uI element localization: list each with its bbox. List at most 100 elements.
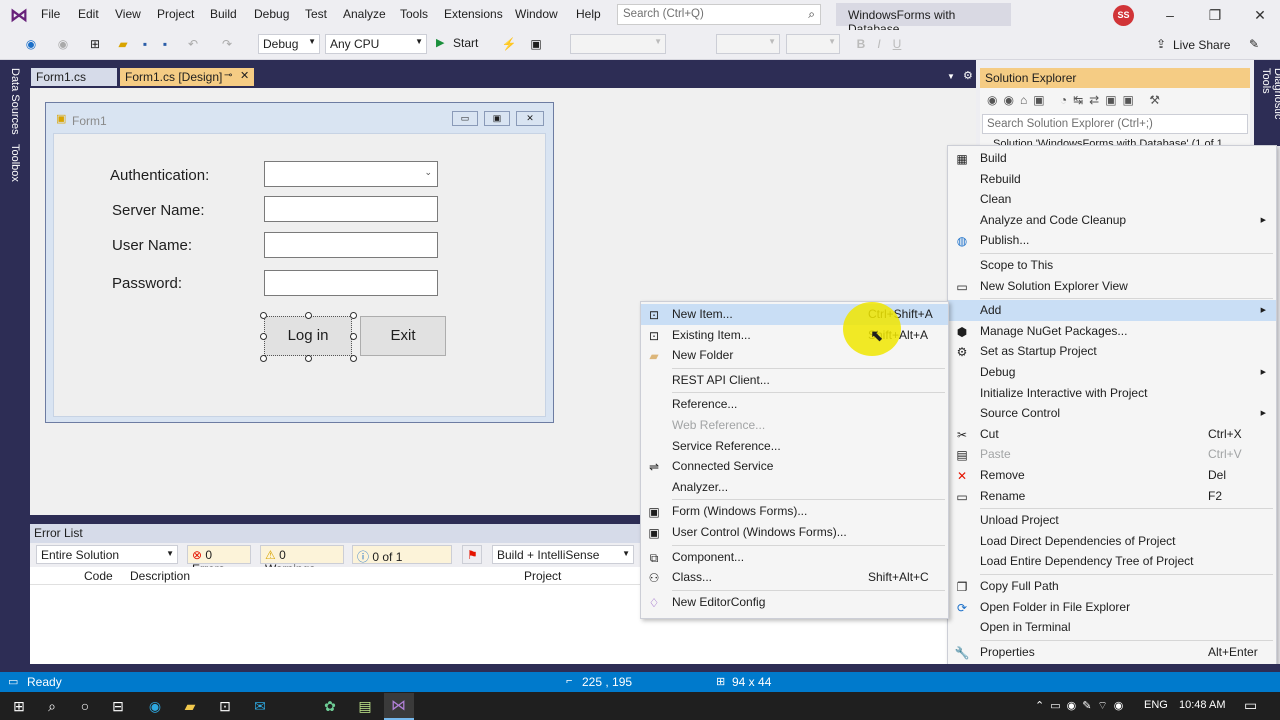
visual-studio-logo-icon[interactable]: ⋈ xyxy=(10,5,32,25)
windows-start-icon[interactable]: ⊞ xyxy=(9,697,29,715)
resize-handle[interactable] xyxy=(305,355,312,362)
tab-form1-cs[interactable]: Form1.cs xyxy=(31,68,117,86)
forward-icon[interactable]: ◉ xyxy=(54,36,72,52)
login-button[interactable]: Log in xyxy=(264,316,352,356)
menu-file[interactable]: File xyxy=(41,7,60,21)
resize-handle[interactable] xyxy=(260,333,267,340)
resize-handle[interactable] xyxy=(260,312,267,319)
ctx-debug[interactable]: Debug ▶ xyxy=(948,362,1276,383)
undo-icon[interactable]: ↶ xyxy=(184,36,202,52)
live-share-button[interactable]: Live Share xyxy=(1173,38,1230,52)
column-description[interactable]: Description xyxy=(130,569,190,583)
toolbox-tab[interactable]: Toolbox xyxy=(9,144,21,182)
redo-icon[interactable]: ↷ xyxy=(218,36,236,52)
ctx-open-in-terminal[interactable]: Open in Terminal xyxy=(948,617,1276,638)
add-analyzer[interactable]: Analyzer... xyxy=(641,477,948,498)
close-icon[interactable]: ✕ xyxy=(1245,4,1275,26)
authentication-combo[interactable]: ⌄ xyxy=(264,161,438,187)
ctx-paste[interactable]: ▤ Paste Ctrl+V xyxy=(948,444,1276,465)
minimize-icon[interactable]: – xyxy=(1155,4,1185,26)
maximize-icon[interactable]: ❐ xyxy=(1200,4,1230,26)
ctx-add[interactable]: Add ▶ xyxy=(948,300,1276,322)
configuration-select[interactable]: Debug ▼ xyxy=(258,34,320,54)
ctx-load-entire-dependency-tree-of-project[interactable]: Load Entire Dependency Tree of Project xyxy=(948,551,1276,572)
server-name-field[interactable] xyxy=(264,196,438,222)
task-view-icon[interactable]: ⊟ xyxy=(108,697,128,715)
scope-select[interactable]: Entire Solution ▼ xyxy=(36,545,178,564)
menu-analyze[interactable]: Analyze xyxy=(343,7,386,21)
menu-build[interactable]: Build xyxy=(210,7,237,21)
ctx-properties[interactable]: 🔧 Properties Alt+Enter xyxy=(948,642,1276,663)
add-existing-item[interactable]: ⊡Existing Item...Shift+Alt+A xyxy=(641,325,948,346)
back-icon[interactable]: ◉ xyxy=(22,36,40,52)
edge-icon[interactable]: ◉ xyxy=(145,697,165,715)
ctx-build[interactable]: ▦ Build xyxy=(948,148,1276,169)
add-new-item[interactable]: ⊡ New Item... Ctrl+Shift+A xyxy=(641,304,948,325)
file-explorer-icon[interactable]: ▰ xyxy=(180,697,200,715)
column-code[interactable]: Code xyxy=(84,569,113,583)
pin-icon[interactable]: ⊸ xyxy=(224,70,232,81)
ctx-new-solution-explorer-view[interactable]: ▭ New Solution Explorer View xyxy=(948,276,1276,297)
open-icon[interactable]: ▰ xyxy=(114,36,132,52)
add-component[interactable]: ⧉ Component... xyxy=(641,547,948,568)
store-icon[interactable]: ⊡ xyxy=(215,697,235,715)
ctx-publish[interactable]: ◍ Publish... xyxy=(948,230,1276,251)
resize-handle[interactable] xyxy=(350,355,357,362)
menu-edit[interactable]: Edit xyxy=(78,7,99,21)
ctx-load-direct-dependencies-of-project[interactable]: Load Direct Dependencies of Project xyxy=(948,531,1276,552)
visual-studio-taskbar-button[interactable]: ⋈ xyxy=(384,693,414,720)
tab-dropdown-icon[interactable]: ▼ xyxy=(947,72,955,81)
resize-handle[interactable] xyxy=(260,355,267,362)
save-icon[interactable]: ▪ xyxy=(136,36,154,52)
ctx-initialize-interactive-with-project[interactable]: Initialize Interactive with Project xyxy=(948,383,1276,404)
add-connected-service[interactable]: ⇌ Connected Service xyxy=(641,456,948,477)
ctx-clean[interactable]: Clean xyxy=(948,189,1276,210)
password-label[interactable]: Password: xyxy=(112,275,182,292)
live-share-icon[interactable]: ⇪ xyxy=(1152,36,1170,52)
mail-icon[interactable]: ✉ xyxy=(250,697,270,715)
avatar[interactable]: SS xyxy=(1113,5,1134,26)
add-web-reference[interactable]: Web Reference... xyxy=(641,415,948,436)
menu-help[interactable]: Help xyxy=(576,7,601,21)
password-field[interactable] xyxy=(264,270,438,296)
add-class[interactable]: ⚇ Class... Shift+Alt+C xyxy=(641,567,948,588)
new-project-icon[interactable]: ⊞ xyxy=(86,36,104,52)
hot-reload-icon[interactable]: ⚡ xyxy=(500,36,518,52)
app-icon[interactable]: ✿ xyxy=(320,697,340,715)
ctx-source-control[interactable]: Source Control ▶ xyxy=(948,403,1276,424)
menu-debug[interactable]: Debug xyxy=(254,7,289,21)
search-input[interactable]: Search (Ctrl+Q) ⌕ xyxy=(617,4,821,25)
ctx-scope-to-this[interactable]: Scope to This xyxy=(948,255,1276,276)
add-user-control-windows-forms[interactable]: ▣ User Control (Windows Forms)... xyxy=(641,522,948,543)
settings-gear-icon[interactable]: ⚙ xyxy=(963,69,973,82)
tab-form1-design[interactable]: Form1.cs [Design] ⊸ ✕ xyxy=(120,68,254,86)
start-button[interactable]: Start xyxy=(453,36,478,50)
close-tab-icon[interactable]: ✕ xyxy=(240,69,249,82)
solution-explorer-toolbar[interactable]: ◉◉⌂▣ ◔↹⇄▣▣ ⚒ xyxy=(987,93,1166,107)
user-name-label[interactable]: User Name: xyxy=(112,237,192,254)
cortana-icon[interactable]: ○ xyxy=(75,697,95,715)
add-service-reference[interactable]: Service Reference... xyxy=(641,436,948,457)
ctx-set-as-startup-project[interactable]: ⚙ Set as Startup Project xyxy=(948,341,1276,362)
exit-button[interactable]: Exit xyxy=(360,316,446,356)
menu-extensions[interactable]: Extensions xyxy=(444,7,503,21)
user-name-field[interactable] xyxy=(264,232,438,258)
ctx-rename[interactable]: ▭ Rename F2 xyxy=(948,486,1276,507)
notifications-icon[interactable]: ▭ xyxy=(1244,697,1257,714)
clock[interactable]: 10:48 AM xyxy=(1179,699,1225,711)
form-designer-window[interactable]: ▣ Form1 ▭ ▣ ✕ Authentication: Server Nam… xyxy=(45,102,554,423)
menu-window[interactable]: Window xyxy=(515,7,558,21)
add-rest-api-client[interactable]: REST API Client... xyxy=(641,370,948,391)
search-icon[interactable]: ⌕ xyxy=(42,697,62,715)
platform-select[interactable]: Any CPU ▼ xyxy=(325,34,427,54)
ctx-manage-nuget-packages[interactable]: ⬢ Manage NuGet Packages... xyxy=(948,321,1276,342)
resize-handle[interactable] xyxy=(350,333,357,340)
messages-filter-button[interactable]: ⓘ 0 of 1 Message xyxy=(352,545,452,579)
ctx-cut[interactable]: ✂ Cut Ctrl+X xyxy=(948,424,1276,445)
resize-handle[interactable] xyxy=(350,312,357,319)
ctx-open-folder-in-file-explorer[interactable]: ⟳ Open Folder in File Explorer xyxy=(948,597,1276,618)
resize-handle[interactable] xyxy=(305,312,312,319)
start-icon[interactable]: ▶ xyxy=(436,36,444,49)
solution-search-input[interactable]: Search Solution Explorer (Ctrl+;) xyxy=(982,114,1248,134)
add-form-windows-forms[interactable]: ▣ Form (Windows Forms)... xyxy=(641,501,948,522)
